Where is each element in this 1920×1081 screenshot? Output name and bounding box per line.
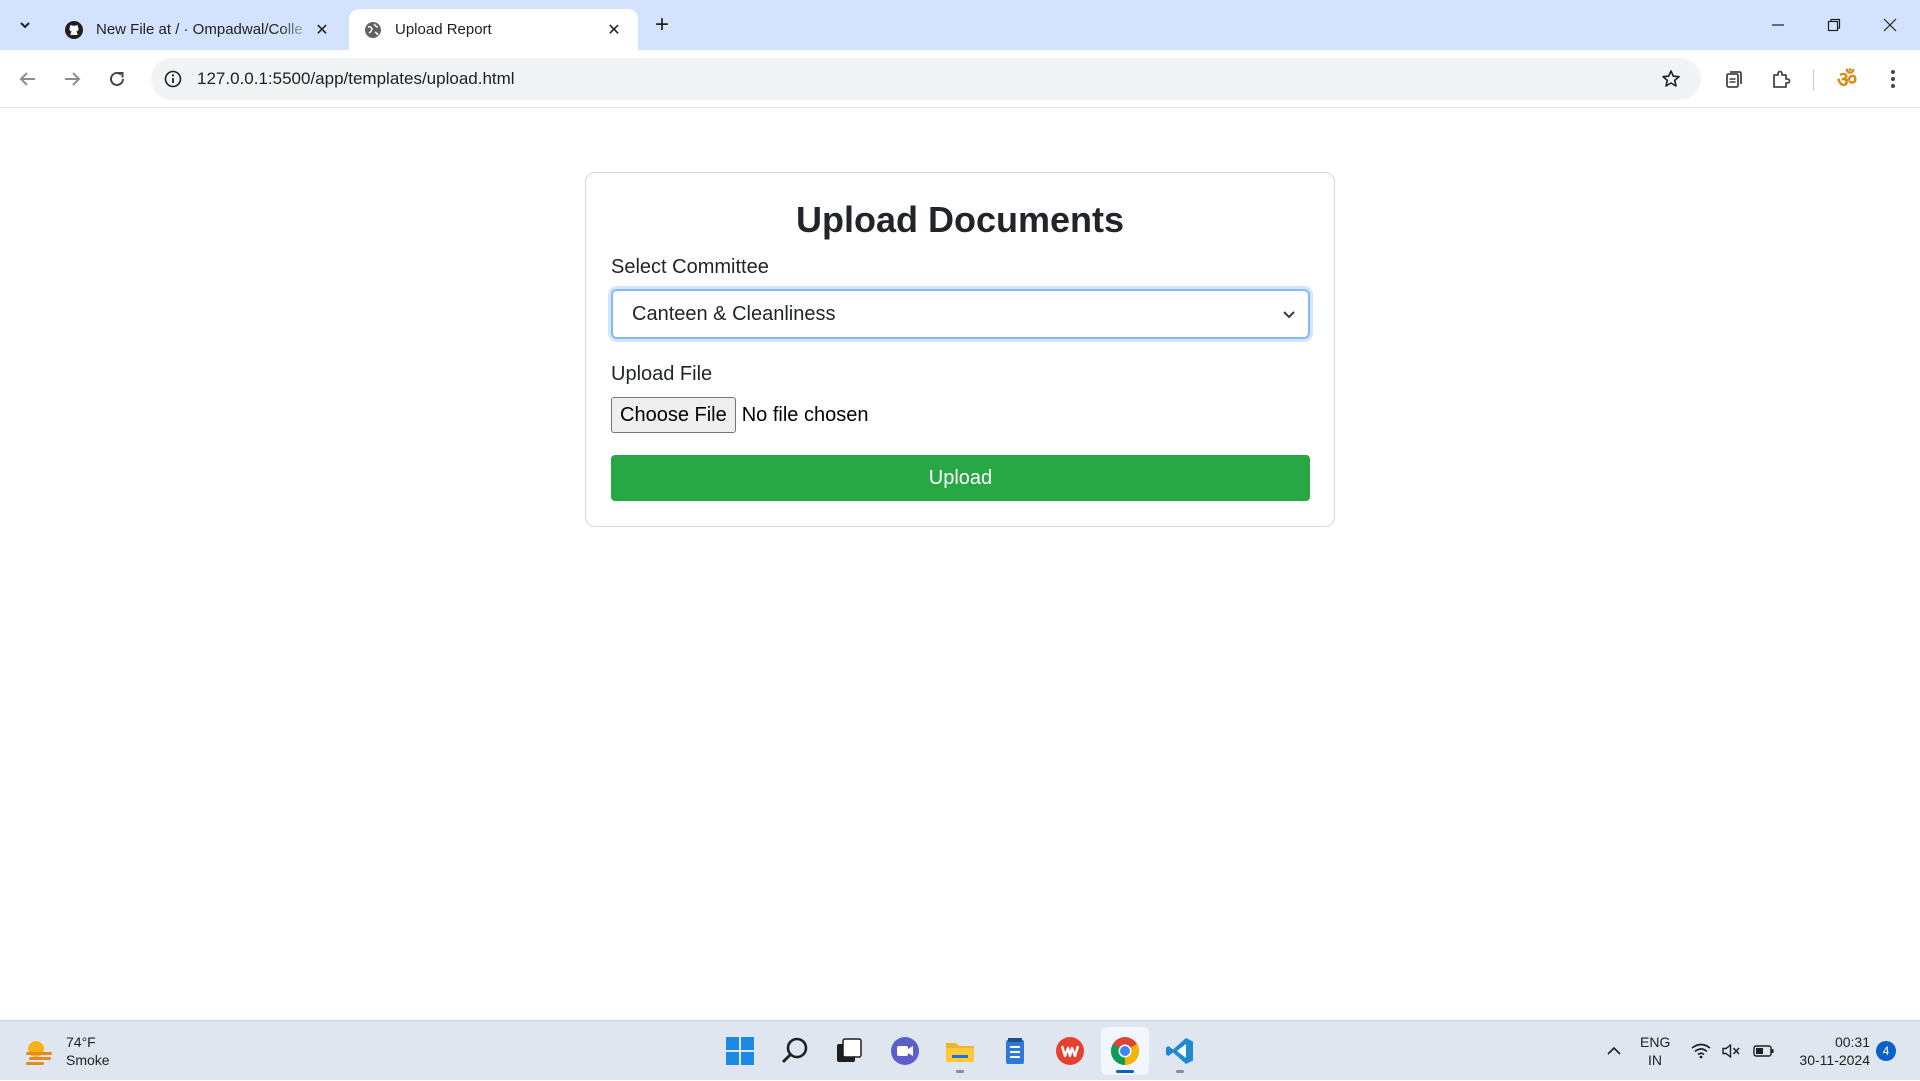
language-code: ENG [1640, 1034, 1671, 1050]
new-tab-button[interactable]: + [648, 11, 676, 39]
chrome-icon [1111, 1037, 1139, 1065]
show-hidden-icons-button[interactable] [1598, 1021, 1630, 1081]
meet-icon [891, 1037, 919, 1065]
reading-list-icon [1726, 71, 1742, 88]
taskbar-app-vscode[interactable] [1156, 1027, 1204, 1075]
sun-haze-icon [26, 1041, 52, 1065]
file-label: Upload File [611, 363, 713, 385]
kebab-menu-icon [1891, 70, 1895, 88]
file-input[interactable]: Choose File No file chosen [611, 397, 868, 433]
volume-status[interactable] [1718, 1021, 1744, 1081]
site-info-icon[interactable] [161, 67, 185, 91]
search-icon [782, 1037, 808, 1063]
start-button[interactable] [716, 1027, 764, 1075]
tab-upload-report[interactable]: Upload Report ✕ [349, 9, 638, 50]
taskbar-app-notepad[interactable] [991, 1027, 1039, 1075]
battery-icon [1753, 1045, 1774, 1057]
taskbar: 74°F Smoke ENG IN 00:31 30-11-2024 4 [0, 1020, 1920, 1080]
chevron-down-icon [1283, 311, 1295, 319]
reload-icon [110, 71, 124, 86]
forward-button[interactable] [56, 63, 88, 95]
weather-desc: Smoke [66, 1052, 110, 1068]
notepad-icon [1006, 1038, 1024, 1064]
committee-select[interactable]: Canteen & Cleanliness [611, 289, 1310, 339]
taskbar-app-meet[interactable] [881, 1027, 929, 1075]
profile-button[interactable]: ॐ [1831, 63, 1863, 95]
weather-temp: 74°F [66, 1034, 96, 1050]
om-avatar-icon: ॐ [1836, 67, 1858, 92]
taskbar-app-wps-office[interactable] [1046, 1027, 1094, 1075]
tab-strip: New File at / · Ompadwal/Colle ✕ Upload … [0, 0, 1920, 50]
github-icon [64, 20, 84, 40]
notification-badge[interactable]: 4 [1876, 1041, 1896, 1061]
task-view-icon [837, 1038, 862, 1062]
committee-label: Select Committee [611, 256, 769, 278]
tab-search-button[interactable] [9, 11, 41, 39]
wps-office-icon [1056, 1037, 1084, 1065]
page-title: Upload Documents [795, 199, 1125, 240]
taskbar-app-file-explorer[interactable] [936, 1027, 984, 1075]
weather-widget[interactable]: 74°F Smoke [22, 1033, 110, 1069]
restore-button[interactable] [1806, 0, 1862, 50]
chevron-up-icon [1607, 1046, 1621, 1055]
volume-muted-icon [1722, 1043, 1740, 1059]
close-icon [1883, 18, 1897, 32]
close-icon[interactable]: ✕ [312, 20, 332, 40]
close-icon[interactable]: ✕ [604, 20, 624, 40]
clock[interactable]: 00:31 30-11-2024 [1790, 1033, 1870, 1069]
language-indicator[interactable]: ENG IN [1640, 1033, 1670, 1069]
toolbar-separator [1813, 70, 1814, 90]
tab-title: Upload Report [395, 21, 492, 38]
browser-toolbar: 127.0.0.1:5500/app/templates/upload.html… [0, 50, 1920, 108]
file-explorer-icon [946, 1043, 974, 1062]
bookmark-star-icon[interactable] [1659, 67, 1683, 91]
minimize-button[interactable] [1750, 0, 1806, 50]
upload-button[interactable]: Upload [611, 455, 1310, 501]
restore-icon [1827, 18, 1841, 32]
file-status-text: No file chosen [741, 403, 869, 426]
wifi-status[interactable] [1688, 1021, 1714, 1081]
globe-icon [363, 20, 383, 40]
close-window-button[interactable] [1862, 0, 1918, 50]
upload-card: Upload Documents Select Committee Cantee… [585, 172, 1335, 527]
back-button[interactable] [12, 63, 44, 95]
date-text: 30-11-2024 [1799, 1052, 1870, 1068]
arrow-right-icon [65, 72, 81, 86]
url-text[interactable]: 127.0.0.1:5500/app/templates/upload.html [197, 69, 515, 89]
taskbar-search-button[interactable] [771, 1027, 819, 1075]
tab-groups-button[interactable] [1718, 63, 1750, 95]
reload-button[interactable] [101, 63, 133, 95]
task-view-button[interactable] [825, 1027, 873, 1075]
wifi-icon [1691, 1043, 1711, 1059]
chevron-down-icon [20, 22, 30, 29]
address-bar[interactable]: 127.0.0.1:5500/app/templates/upload.html [151, 58, 1701, 100]
committee-selected-value: Canteen & Cleanliness [632, 302, 836, 325]
plus-icon: + [654, 11, 669, 38]
puzzle-icon [1773, 70, 1791, 88]
minimize-icon [1772, 24, 1784, 26]
choose-file-button[interactable]: Choose File [611, 397, 736, 433]
arrow-left-icon [19, 72, 35, 86]
windows-start-icon [726, 1037, 754, 1065]
extensions-button[interactable] [1765, 63, 1797, 95]
time-text: 00:31 [1834, 1034, 1870, 1050]
region-code: IN [1648, 1052, 1662, 1068]
taskbar-app-chrome[interactable] [1101, 1027, 1149, 1075]
tab-github[interactable]: New File at / · Ompadwal/Colle ✕ [50, 9, 346, 50]
menu-button[interactable] [1877, 63, 1909, 95]
battery-status[interactable] [1750, 1021, 1778, 1081]
vscode-icon [1166, 1038, 1193, 1064]
tab-title: New File at / · Ompadwal/Colle [96, 21, 303, 38]
